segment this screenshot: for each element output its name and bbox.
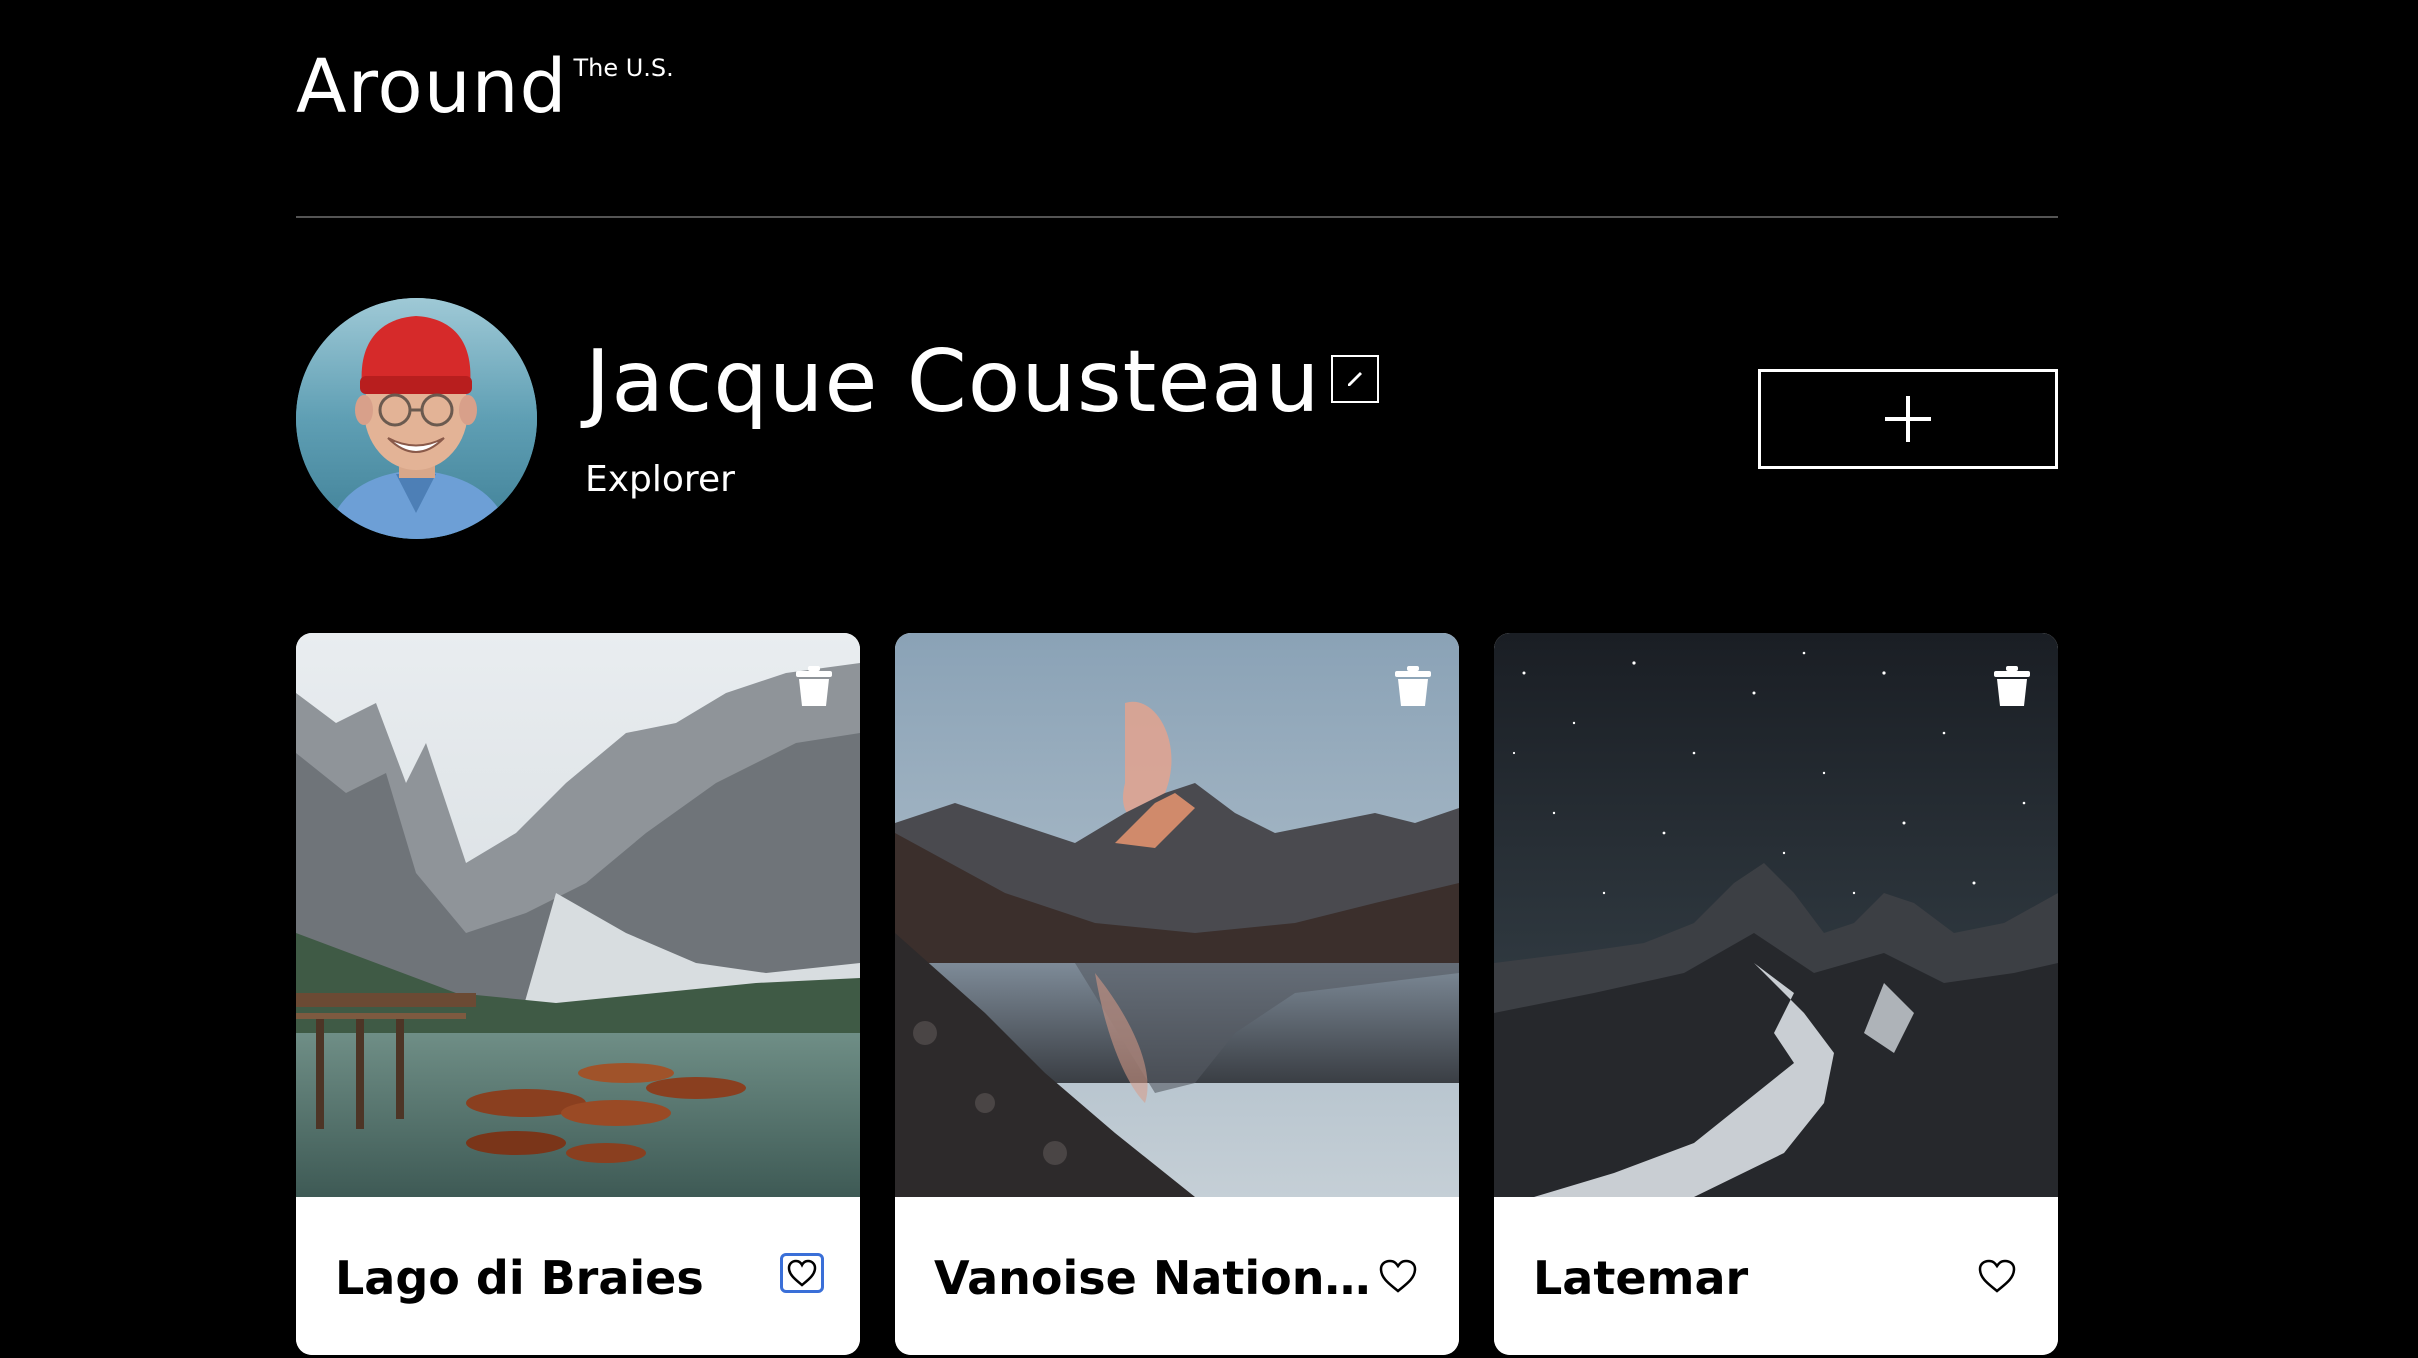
pencil-icon	[1348, 372, 1362, 386]
heart-icon	[787, 1259, 817, 1287]
profile-section: Jacque Cousteau Explorer	[296, 298, 2058, 542]
card-footer: Lago di Braies	[296, 1197, 860, 1355]
heart-icon	[1379, 1259, 1417, 1293]
card-image[interactable]	[1494, 633, 2058, 1197]
avatar-image	[296, 298, 537, 539]
place-card: Latemar	[1494, 633, 2058, 1355]
places-grid: Lago di Braies Vanoise National Latemar	[296, 633, 2058, 1358]
logo: Around The U.S.	[296, 50, 674, 124]
heart-icon	[1978, 1259, 2016, 1293]
page: Around The U.S. Jacque Cousteau Explorer…	[296, 0, 2058, 1358]
card-footer: Vanoise National Park	[895, 1197, 1459, 1355]
logo-sub-text: The U.S.	[573, 54, 674, 82]
trash-icon[interactable]	[796, 666, 832, 706]
logo-main-text: Around	[296, 44, 568, 130]
trash-icon[interactable]	[1395, 666, 1431, 706]
avatar[interactable]	[296, 298, 537, 539]
card-title: Latemar	[1533, 1253, 1749, 1304]
card-image[interactable]	[895, 633, 1459, 1197]
like-button[interactable]	[1974, 1254, 2020, 1298]
card-title: Vanoise National Park	[934, 1253, 1376, 1304]
like-button[interactable]	[1375, 1254, 1421, 1298]
night-mountain-image	[1494, 633, 2058, 1197]
plus-icon	[1885, 396, 1931, 442]
card-image[interactable]	[296, 633, 860, 1197]
lake-mountain-image	[296, 633, 860, 1197]
profile-name: Jacque Cousteau	[585, 332, 1321, 432]
like-button[interactable]	[780, 1253, 824, 1293]
card-footer: Latemar	[1494, 1197, 2058, 1355]
site-header: Around The U.S.	[296, 0, 2058, 218]
place-card: Vanoise National Park	[895, 633, 1459, 1355]
mountain-reflection-image	[895, 633, 1459, 1197]
add-place-button[interactable]	[1758, 369, 2058, 469]
card-title: Lago di Braies	[335, 1253, 704, 1304]
place-card: Lago di Braies	[296, 633, 860, 1355]
profile-about: Explorer	[585, 459, 735, 500]
trash-icon[interactable]	[1994, 666, 2030, 706]
edit-profile-button[interactable]	[1331, 355, 1379, 403]
